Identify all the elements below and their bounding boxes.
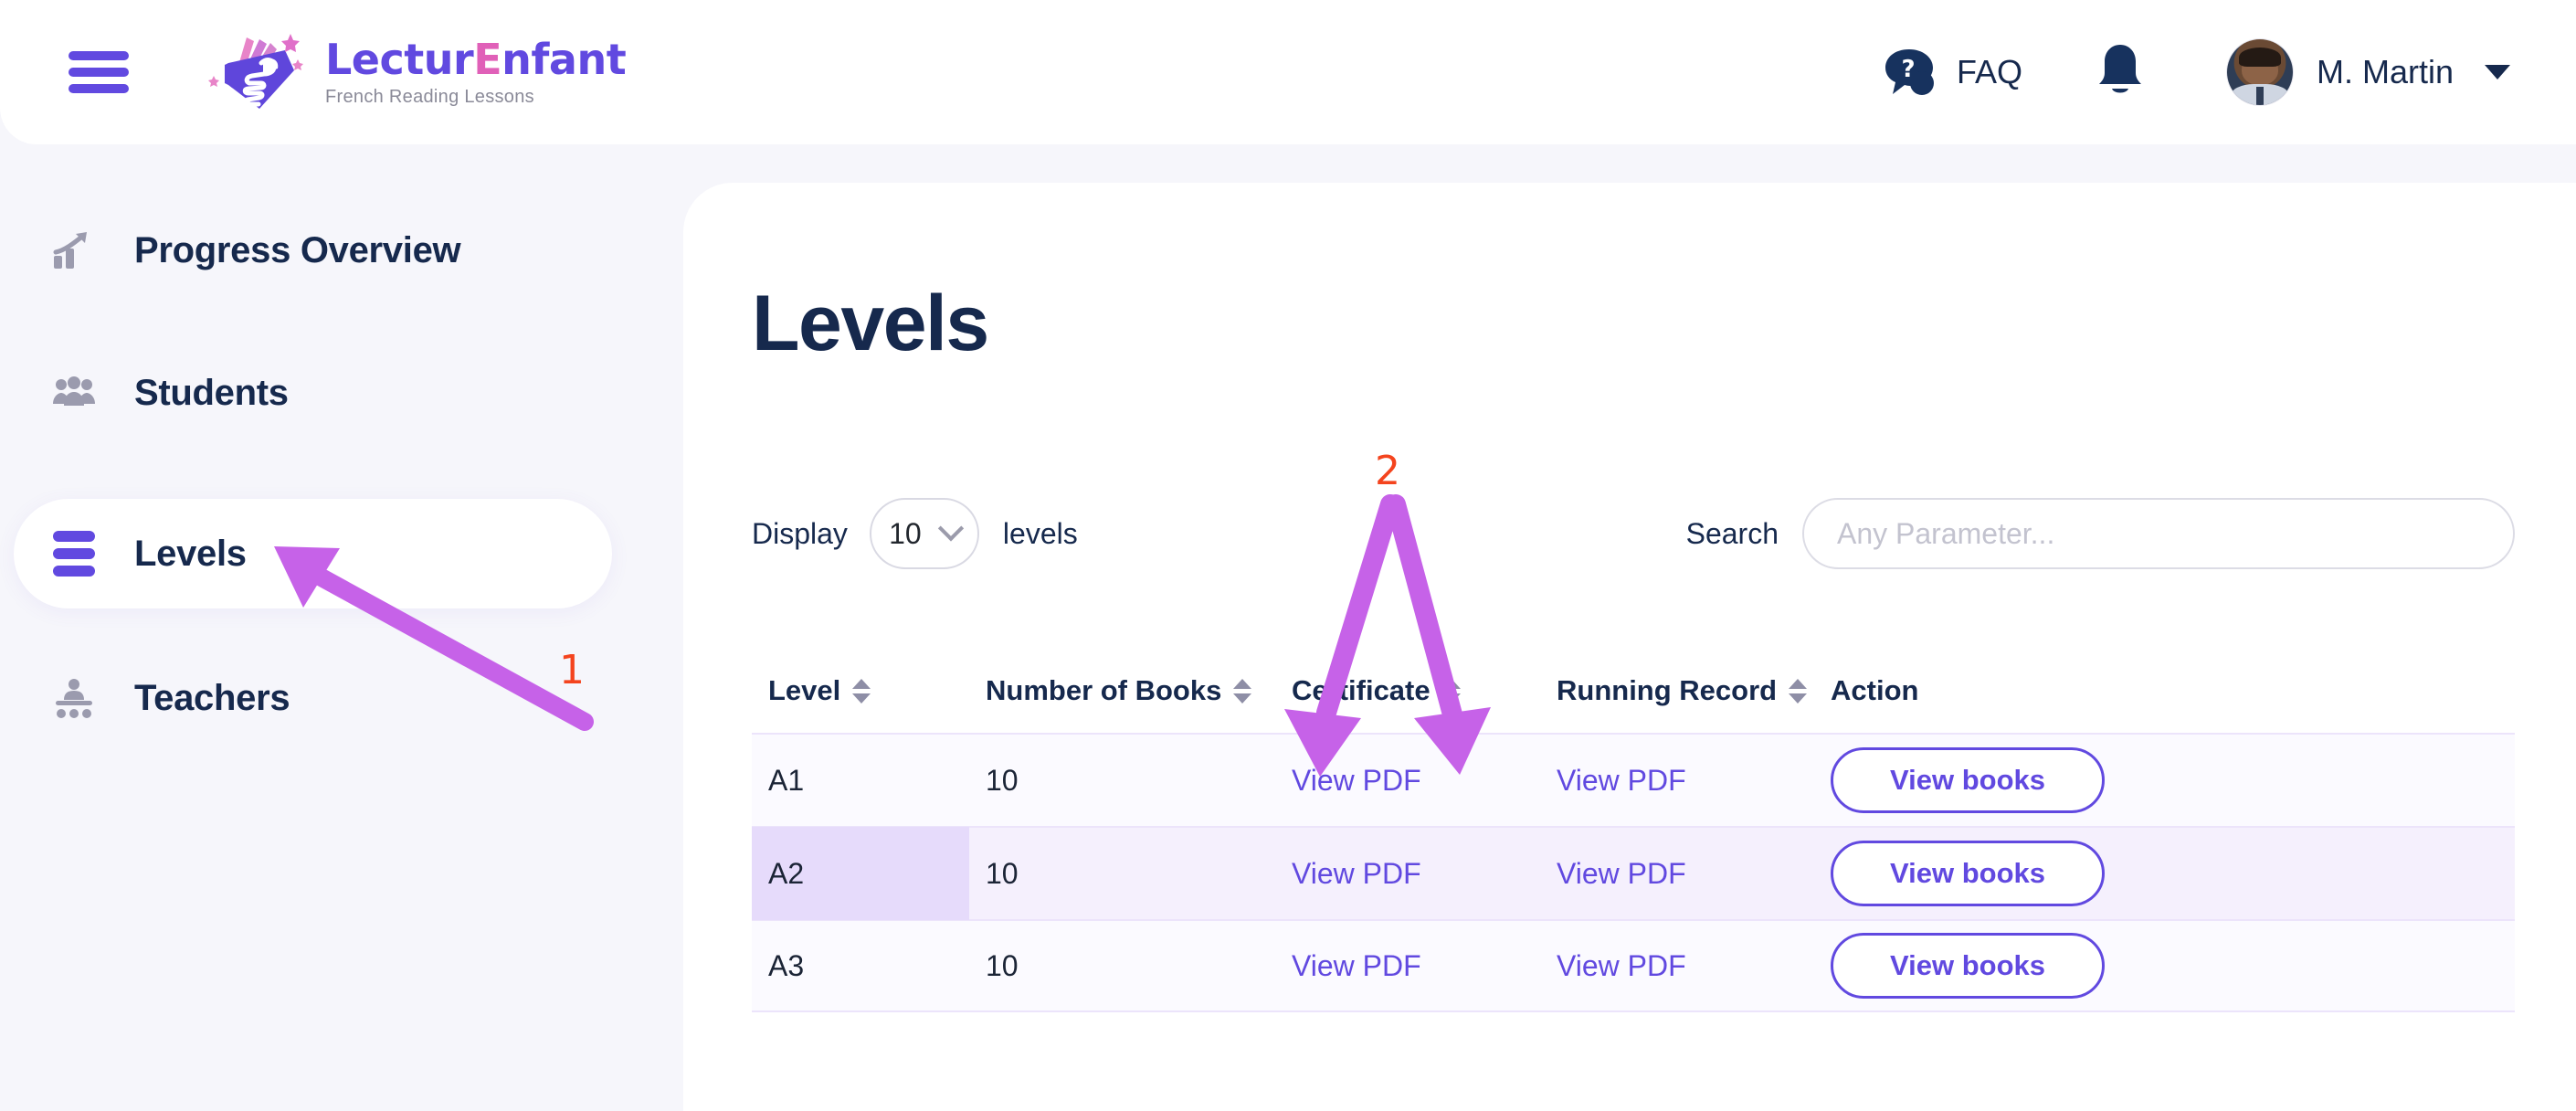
teacher-icon <box>50 678 98 718</box>
view-books-button[interactable]: View books <box>1831 747 2105 813</box>
view-books-button[interactable]: View books <box>1831 841 2105 906</box>
sidebar-item-levels[interactable]: Levels <box>14 499 612 608</box>
annotation-number-2: 2 <box>1375 448 1400 494</box>
bars-list-icon <box>50 531 98 577</box>
column-header-label: Running Record <box>1557 674 1778 706</box>
running-record-view-pdf-link[interactable]: View PDF <box>1557 949 1686 982</box>
header-actions: ? FAQ M. Martin <box>1882 39 2510 105</box>
search-area: Search <box>1686 498 2515 569</box>
cell-books: 10 <box>986 856 1019 890</box>
hamburger-bar <box>69 84 129 93</box>
column-header-label: Action <box>1831 674 1919 706</box>
app-root: LecturEnfant French Reading Lessons ? FA… <box>0 0 2576 1111</box>
cell-level: A3 <box>768 948 805 982</box>
display-suffix-label: levels <box>1002 516 1078 550</box>
sidebar-item-label: Students <box>134 372 289 413</box>
column-header-action: Action <box>1814 674 2180 707</box>
sidebar-item-label: Progress Overview <box>134 229 461 270</box>
user-menu[interactable]: M. Martin <box>2226 39 2510 105</box>
table-row[interactable]: A3 10 View PDF View PDF View books <box>752 919 2515 1012</box>
brand-title-part2: nfant <box>501 35 627 84</box>
notifications-button[interactable] <box>2096 42 2145 103</box>
sidebar-item-teachers[interactable]: Teachers <box>14 643 612 753</box>
column-header-label: Number of Books <box>986 674 1222 706</box>
column-header-level[interactable]: Level <box>752 674 969 707</box>
group-people-icon <box>50 376 98 409</box>
page-title: Levels <box>752 280 989 367</box>
sidebar-item-progress-overview[interactable]: Progress Overview <box>14 196 612 305</box>
sidebar-item-students[interactable]: Students <box>14 338 612 448</box>
running-record-view-pdf-link[interactable]: View PDF <box>1557 857 1686 890</box>
main-panel: Levels Display 10 levels Search Level <box>683 183 2576 1111</box>
faq-button[interactable]: ? FAQ <box>1882 46 2022 99</box>
brand-title-part1: Lectur <box>325 35 474 84</box>
book-hand-logo-icon <box>208 34 303 109</box>
faq-label: FAQ <box>1956 53 2022 90</box>
certificate-view-pdf-link[interactable]: View PDF <box>1292 949 1421 982</box>
sidebar: Progress Overview Students Levels Teache… <box>0 144 683 1111</box>
table-row[interactable]: A2 10 View PDF View PDF View books <box>752 826 2515 920</box>
table-body: A1 10 View PDF View PDF View books A2 10… <box>752 733 2515 1012</box>
search-input[interactable] <box>1802 498 2515 569</box>
caret-down-icon[interactable] <box>2485 65 2510 79</box>
table-row[interactable]: A1 10 View PDF View PDF View books <box>752 733 2515 826</box>
cell-books: 10 <box>986 948 1019 982</box>
brand-title: LecturEnfant <box>325 38 627 80</box>
brand-text: LecturEnfant French Reading Lessons <box>325 38 627 107</box>
bell-icon <box>2098 44 2141 92</box>
levels-table: Level Number of Books Certificate Runnin… <box>752 649 2515 1012</box>
annotation-number-1: 1 <box>559 647 585 693</box>
avatar <box>2226 39 2293 105</box>
sort-icon[interactable] <box>1441 678 1461 704</box>
column-header-number-of-books[interactable]: Number of Books <box>969 674 1275 707</box>
view-books-button[interactable]: View books <box>1831 933 2105 999</box>
chart-growth-icon <box>50 230 98 270</box>
search-label: Search <box>1685 516 1779 550</box>
table-header-row: Level Number of Books Certificate Runnin… <box>752 649 2515 733</box>
column-header-label: Level <box>768 674 841 706</box>
sort-icon[interactable] <box>1233 678 1252 704</box>
brand-logo[interactable]: LecturEnfant French Reading Lessons <box>206 28 627 116</box>
hamburger-icon[interactable] <box>69 51 129 93</box>
column-header-label: Certificate <box>1292 674 1431 706</box>
cell-level: A1 <box>768 763 805 797</box>
svg-text:?: ? <box>1901 56 1915 83</box>
sidebar-item-label: Levels <box>134 533 247 574</box>
sort-icon[interactable] <box>1789 678 1808 704</box>
hamburger-bar <box>69 68 129 77</box>
brand-title-accent: E <box>473 35 502 84</box>
sort-icon[interactable] <box>852 678 871 704</box>
app-header: LecturEnfant French Reading Lessons ? FA… <box>0 0 2576 144</box>
username-label: M. Martin <box>2316 53 2454 90</box>
question-chat-icon: ? <box>1884 49 1934 95</box>
sidebar-item-label: Teachers <box>134 677 290 718</box>
certificate-view-pdf-link[interactable]: View PDF <box>1292 857 1421 890</box>
display-count-select[interactable]: 10 <box>869 498 979 569</box>
display-label: Display <box>752 516 848 550</box>
table-controls: Display 10 levels Search <box>752 498 2515 569</box>
column-header-running-record[interactable]: Running Record <box>1540 674 1814 707</box>
cell-books: 10 <box>986 763 1019 797</box>
column-header-certificate[interactable]: Certificate <box>1275 674 1540 707</box>
certificate-view-pdf-link[interactable]: View PDF <box>1292 764 1421 797</box>
display-count-value: 10 <box>889 516 922 550</box>
chevron-down-icon <box>937 515 964 542</box>
cell-level: A2 <box>752 827 969 920</box>
running-record-view-pdf-link[interactable]: View PDF <box>1557 764 1686 797</box>
brand-tagline: French Reading Lessons <box>325 87 534 107</box>
hamburger-bar <box>69 51 129 60</box>
